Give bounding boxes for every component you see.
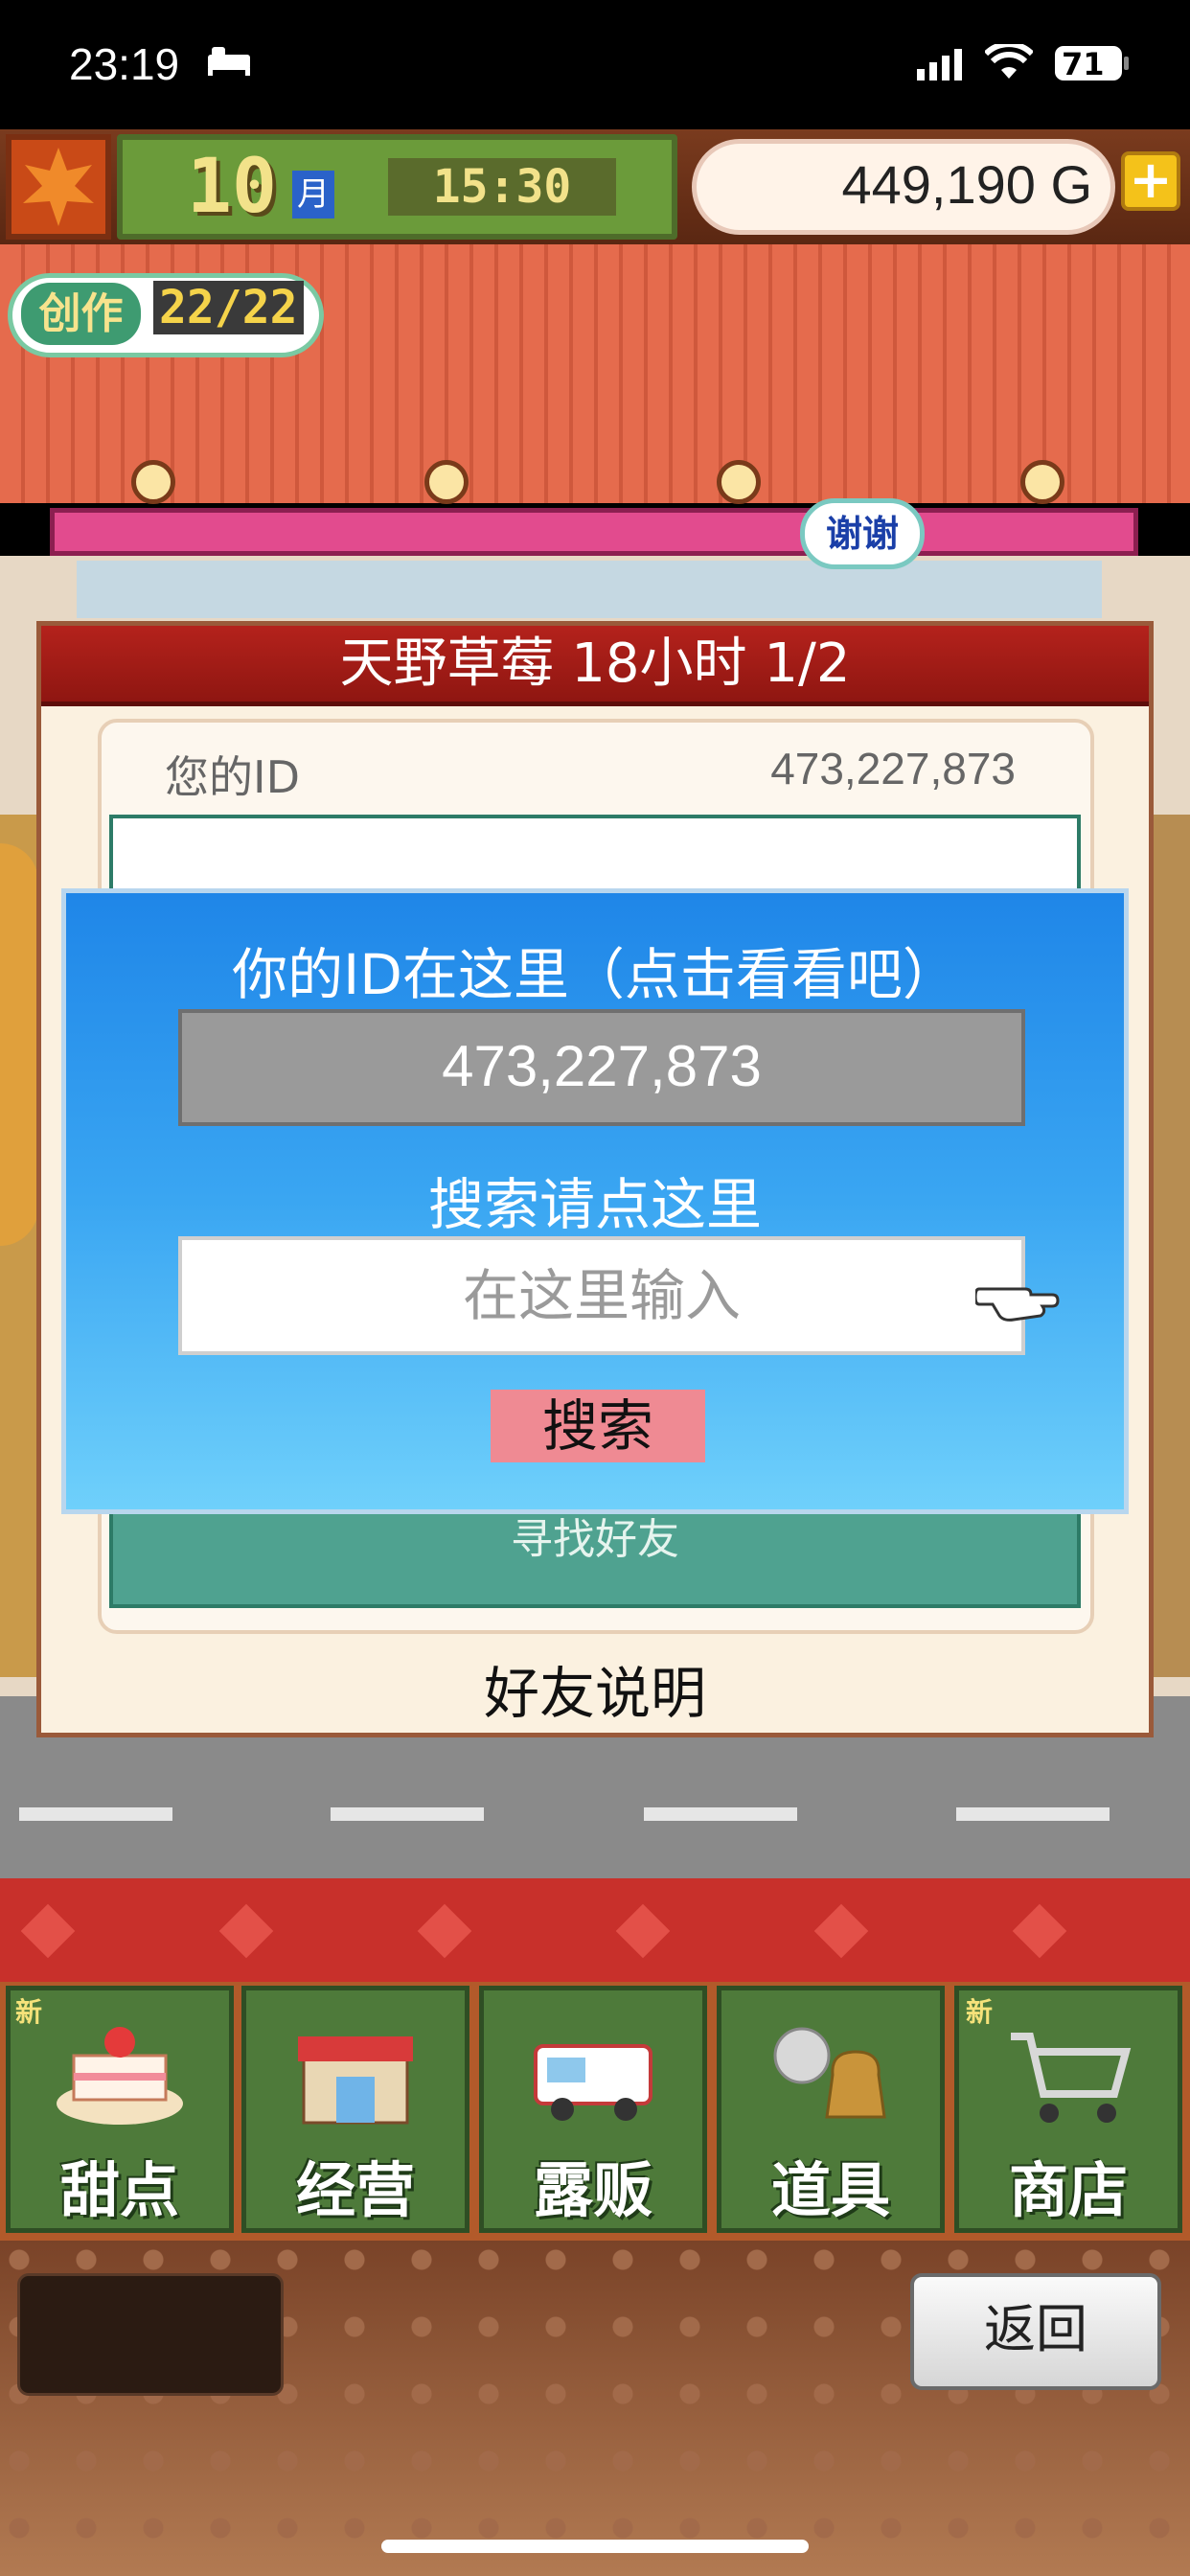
cart-icon: [1001, 2017, 1135, 2132]
lane-marking: [956, 1807, 1110, 1821]
create-count: 22/22: [153, 281, 304, 334]
thanks-speech-bubble: 谢谢: [800, 498, 925, 569]
search-input[interactable]: [178, 1236, 1025, 1355]
back-button[interactable]: 返回: [910, 2273, 1161, 2390]
month-unit: 月: [292, 171, 334, 218]
menu-label-store: 商店: [1008, 2155, 1128, 2225]
new-tag: 新: [15, 1996, 43, 2028]
status-time: 23:19: [69, 39, 180, 89]
lamp-icon: [424, 460, 469, 504]
panel-title: 天野草莓 18小时 1/2: [41, 626, 1149, 706]
add-gold-button[interactable]: +: [1121, 151, 1180, 211]
battery-level: 71: [1062, 46, 1105, 82]
autumn-tree: [0, 843, 38, 1246]
id-value: 473,227,873: [770, 744, 1016, 794]
gold-amount: 449,190 G: [841, 154, 1092, 215]
id-label: 您的ID: [165, 751, 300, 803]
pointing-hand-icon: [973, 1263, 1062, 1344]
lamp-icon: [717, 460, 761, 504]
item-bag-icon: [764, 2017, 898, 2132]
info-box: [17, 2273, 284, 2396]
sleep-icon: [206, 43, 252, 81]
menu-label-items: 道具: [770, 2155, 890, 2225]
food-truck-icon: [526, 2017, 660, 2132]
wifi-icon: [983, 41, 1035, 84]
dialog-title: 你的ID在这里（点击看看吧）: [232, 942, 958, 1007]
month-number: 10: [187, 144, 277, 230]
search-hint: 搜索请点这里: [427, 1172, 762, 1237]
pink-awning: [50, 508, 1138, 556]
lamp-icon: [131, 460, 175, 504]
menu-label-manage: 经营: [295, 2155, 415, 2225]
shop-window: [77, 561, 1102, 618]
menu-label-dessert: 甜点: [59, 2155, 179, 2225]
lane-marking: [19, 1807, 172, 1821]
season-leaf-icon: [6, 134, 111, 240]
cellular-signal-icon: [915, 48, 965, 84]
game-clock: 15:30: [388, 158, 616, 216]
red-carpet: [0, 1878, 1190, 1984]
cake-icon: [53, 2017, 187, 2132]
right-pillar: [1150, 815, 1190, 1677]
friend-help-button[interactable]: 好友说明: [109, 1648, 1081, 1729]
lane-marking: [644, 1807, 797, 1821]
menu-label-stall: 露贩: [533, 2155, 652, 2225]
search-button[interactable]: 搜索: [491, 1390, 705, 1462]
lane-marking: [331, 1807, 484, 1821]
shop-icon: [288, 2017, 423, 2132]
create-label: 创作: [21, 283, 141, 345]
my-id-display[interactable]: 473,227,873: [178, 1009, 1025, 1126]
lamp-icon: [1020, 460, 1064, 504]
home-indicator[interactable]: [381, 2540, 809, 2553]
new-tag: 新: [966, 1996, 994, 2028]
